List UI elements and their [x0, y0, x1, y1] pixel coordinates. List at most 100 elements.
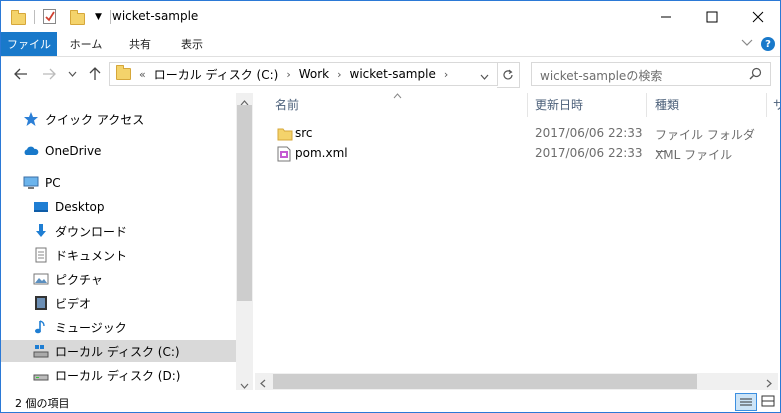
address-dropdown-icon[interactable] [480, 69, 489, 83]
back-button[interactable] [11, 57, 31, 91]
nav-label: ローカル ディスク (C:) [55, 344, 180, 359]
drive-d-icon [33, 367, 49, 383]
nav-onedrive[interactable]: OneDrive [23, 140, 101, 162]
column-divider[interactable] [646, 93, 647, 117]
breadcrumb-separator-icon[interactable]: › [444, 68, 448, 81]
status-bar: 2 個の項目 [1, 390, 780, 412]
breadcrumb-local-disk-c[interactable]: ローカル ディスク (C:) [154, 66, 279, 83]
forward-button[interactable] [39, 57, 59, 91]
refresh-button[interactable] [497, 62, 520, 88]
minimize-button[interactable] [643, 1, 688, 32]
details-view-icon [740, 398, 752, 406]
maximize-button[interactable] [689, 1, 734, 32]
nav-label: PC [45, 176, 61, 190]
overflow-breadcrumb[interactable]: « [139, 68, 146, 81]
nav-pictures[interactable]: ピクチャ [33, 268, 103, 290]
nav-local-disk-c[interactable]: ローカル ディスク (C:) [1, 340, 236, 362]
breadcrumb-work[interactable]: Work [299, 67, 329, 81]
expand-ribbon-icon[interactable] [741, 37, 753, 50]
column-header-name[interactable]: 名前 [275, 93, 299, 115]
explorer-window: ▼ wicket-sample ファイル ホーム 共有 表示 ? « ローカル … [0, 0, 781, 413]
nav-videos[interactable]: ビデオ [33, 292, 91, 314]
scrollbar-thumb[interactable] [273, 374, 697, 389]
tab-home[interactable]: ホーム [63, 32, 109, 56]
help-icon[interactable]: ? [761, 37, 775, 51]
window-title: wicket-sample [112, 9, 199, 23]
nav-quick-access[interactable]: クイック アクセス [23, 108, 144, 130]
maximize-icon [706, 11, 717, 22]
file-row[interactable]: src 2017/06/06 22:33 ファイル フォルダー [273, 124, 759, 159]
navigation-bar: « ローカル ディスク (C:) › Work › wicket-sample … [1, 57, 780, 91]
close-icon [752, 11, 763, 22]
desktop-icon [33, 199, 49, 215]
nav-pc[interactable]: PC [23, 172, 61, 194]
tab-view[interactable]: 表示 [169, 32, 215, 56]
file-row[interactable]: pom.xml 2017/06/06 22:33 XML ファイル [273, 144, 759, 164]
folder-icon [116, 65, 131, 80]
up-button[interactable] [85, 57, 105, 91]
sort-ascending-icon [393, 88, 402, 102]
column-divider[interactable] [766, 93, 767, 117]
nav-local-disk-d[interactable]: ローカル ディスク (D:) [33, 364, 180, 386]
nav-label: ピクチャ [55, 272, 103, 287]
large-icons-view-button[interactable] [759, 393, 777, 409]
tab-share[interactable]: 共有 [117, 32, 163, 56]
divider [34, 9, 35, 24]
breadcrumb-separator-icon[interactable]: › [337, 68, 341, 81]
search-box[interactable]: wicket-sampleの検索 [531, 62, 771, 86]
minimize-icon [660, 16, 671, 17]
star-icon [23, 111, 39, 127]
nav-music[interactable]: ミュージック [33, 316, 127, 338]
nav-documents[interactable]: ドキュメント [33, 244, 127, 266]
nav-label: ローカル ディスク (D:) [55, 368, 181, 383]
folder-icon [277, 127, 293, 144]
scroll-left-icon[interactable] [260, 377, 266, 391]
file-type: XML ファイル [655, 148, 733, 162]
divider [109, 9, 111, 24]
chevron-down-icon [68, 71, 76, 77]
item-count: 2 個の項目 [15, 397, 70, 410]
column-header-type[interactable]: 種類 [655, 93, 679, 115]
nav-label: ダウンロード [55, 224, 128, 239]
file-date: 2017/06/06 22:33 [535, 146, 643, 160]
column-header-date[interactable]: 更新日時 [535, 93, 583, 115]
arrow-up-icon [89, 67, 101, 80]
column-divider[interactable] [527, 93, 528, 117]
address-bar[interactable]: « ローカル ディスク (C:) › Work › wicket-sample … [109, 62, 498, 86]
nav-label: ビデオ [55, 296, 92, 311]
folder-icon [11, 9, 26, 25]
nav-desktop[interactable]: Desktop [33, 196, 105, 218]
nav-label: ドキュメント [55, 248, 128, 263]
scrollbar-thumb[interactable] [237, 105, 252, 301]
close-button[interactable] [735, 1, 780, 32]
horizontal-scrollbar[interactable] [255, 373, 778, 390]
document-icon [33, 247, 49, 263]
picture-icon [33, 271, 49, 287]
file-name: src [295, 126, 313, 140]
ribbon-tabs: ファイル ホーム 共有 表示 ? [1, 32, 780, 57]
new-folder-icon[interactable] [70, 9, 85, 25]
nav-label: クイック アクセス [45, 112, 145, 127]
column-header-size[interactable]: サ [773, 93, 780, 115]
navigation-scrollbar[interactable] [236, 93, 253, 390]
computer-icon [23, 175, 39, 191]
customize-toolbar-icon[interactable]: ▼ [95, 12, 102, 22]
properties-icon[interactable] [43, 9, 56, 24]
file-name: pom.xml [295, 146, 348, 160]
xml-file-icon [277, 146, 291, 165]
title-bar: ▼ wicket-sample [1, 1, 780, 32]
scroll-right-icon[interactable] [766, 377, 772, 391]
details-view-button[interactable] [735, 393, 757, 411]
arrow-right-icon [43, 68, 56, 80]
video-icon [33, 295, 49, 311]
search-icon[interactable] [749, 67, 762, 83]
refresh-icon [503, 69, 513, 80]
recent-locations-button[interactable] [65, 57, 79, 91]
tab-file[interactable]: ファイル [1, 32, 57, 56]
nav-downloads[interactable]: ダウンロード [33, 220, 127, 242]
navigation-pane: クイック アクセス OneDrive PC Desktop ダウンロード ドキュ… [1, 91, 251, 391]
arrow-left-icon [14, 68, 27, 80]
breadcrumb-wicket-sample[interactable]: wicket-sample [350, 67, 436, 81]
nav-label: ミュージック [55, 320, 127, 335]
breadcrumb-separator-icon[interactable]: › [286, 68, 290, 81]
